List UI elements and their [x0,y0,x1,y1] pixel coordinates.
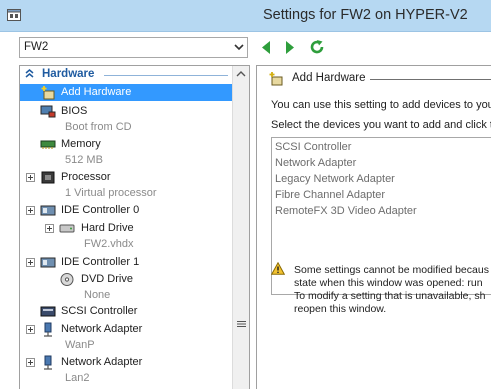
tree-item-memory[interactable]: Memory 512 MB [20,136,232,167]
ide-controller-icon [40,257,56,268]
vm-selector-dropdown[interactable]: FW2 [19,37,248,58]
warning-text-line: reopen this window. [294,303,387,315]
tree-item-detail: 512 MB [65,154,103,166]
tree-item-label: DVD Drive [81,273,133,285]
tree-item-network-adapter-lan2[interactable]: Network Adapter Lan2 [20,354,232,385]
title-bar: Settings for FW2 on HYPER-V2 [0,0,491,32]
forward-arrow-icon[interactable] [285,41,295,54]
panel-intro-text: You can use this setting to add devices … [271,99,491,111]
hard-drive-icon [59,224,75,233]
tree-item-hard-drive[interactable]: Hard Drive FW2.vhdx [20,220,232,251]
expand-icon[interactable] [26,358,35,367]
scroll-grip-icon[interactable] [237,320,246,328]
tree-item-detail: Lan2 [65,372,90,384]
double-chevron-up-icon [25,69,34,78]
tree-item-detail: Boot from CD [65,121,132,133]
tree-item-detail: WanP [65,339,95,351]
device-list-item[interactable]: Fibre Channel Adapter [275,189,385,201]
scroll-up-arrow-icon[interactable] [236,70,246,78]
hardware-tree: Hardware Add Hardware BIOS Boot from CD … [19,65,250,389]
panel-title-rule [370,79,491,80]
add-hardware-icon [269,72,283,86]
expand-icon[interactable] [26,325,35,334]
tree-scrollbar[interactable] [232,66,249,389]
vm-selector-value: FW2 [24,41,49,53]
bios-icon [40,105,56,118]
settings-app-icon [7,9,21,21]
refresh-icon[interactable] [309,39,325,55]
tree-item-label: Add Hardware [61,86,132,98]
tree-item-detail: FW2.vhdx [84,238,134,250]
tree-item-detail: None [84,289,111,301]
warning-text-line: To modify a setting that is unavailable,… [294,290,486,302]
tree-item-label: Memory [61,138,101,150]
ide-controller-icon [40,205,56,216]
toolbar: FW2 [0,32,491,62]
back-arrow-icon[interactable] [261,41,271,54]
expand-icon[interactable] [45,224,54,233]
window-title: Settings for FW2 on HYPER-V2 [263,7,468,23]
tree-item-label: IDE Controller 0 [61,204,140,216]
device-list-item[interactable]: Network Adapter [275,157,356,169]
tree-item-bios[interactable]: BIOS Boot from CD [20,103,232,134]
tree-item-label: Network Adapter [61,323,143,335]
panel-instruction-text: Select the devices you want to add and c… [271,119,491,131]
warning-text-line: Some settings cannot be modified becaus [294,264,489,276]
tree-item-label: IDE Controller 1 [61,256,140,268]
network-adapter-icon [44,355,52,370]
tree-item-dvd-drive[interactable]: DVD Drive None [20,271,232,302]
device-list-item[interactable]: Legacy Network Adapter [275,173,395,185]
expand-icon[interactable] [26,173,35,182]
tree-item-label: SCSI Controller [61,305,138,317]
warning-text-line: state when this window was opened: run [294,277,483,289]
tree-item-detail: 1 Virtual processor [65,187,157,199]
scsi-controller-icon [40,306,56,317]
tree-item-label: Network Adapter [61,356,143,368]
tree-item-label: Hard Drive [81,222,134,234]
processor-icon [41,171,55,184]
device-list-item[interactable]: SCSI Controller [275,141,351,153]
add-hardware-icon [41,86,55,100]
tree-item-add-hardware[interactable]: Add Hardware [20,84,232,101]
warning-icon [271,262,285,275]
hardware-section-header[interactable]: Hardware [20,66,232,83]
settings-detail-panel: Add Hardware You can use this setting to… [256,65,491,389]
section-divider [104,75,228,76]
chevron-down-icon [234,44,244,51]
tree-item-ide-controller-0[interactable]: IDE Controller 0 [20,202,232,219]
tree-item-processor[interactable]: Processor 1 Virtual processor [20,169,232,200]
tree-item-scsi-controller[interactable]: SCSI Controller [20,303,232,320]
expand-icon[interactable] [26,206,35,215]
tree-item-label: BIOS [61,105,88,117]
dvd-drive-icon [60,273,74,286]
memory-icon [40,140,56,149]
tree-item-network-adapter-wanp[interactable]: Network Adapter WanP [20,321,232,352]
tree-item-label: Processor [61,171,111,183]
device-list-item[interactable]: RemoteFX 3D Video Adapter [275,205,417,217]
expand-icon[interactable] [26,258,35,267]
tree-item-ide-controller-1[interactable]: IDE Controller 1 [20,254,232,271]
network-adapter-icon [44,322,52,337]
panel-title: Add Hardware [292,72,366,84]
hardware-section-label: Hardware [42,68,95,80]
